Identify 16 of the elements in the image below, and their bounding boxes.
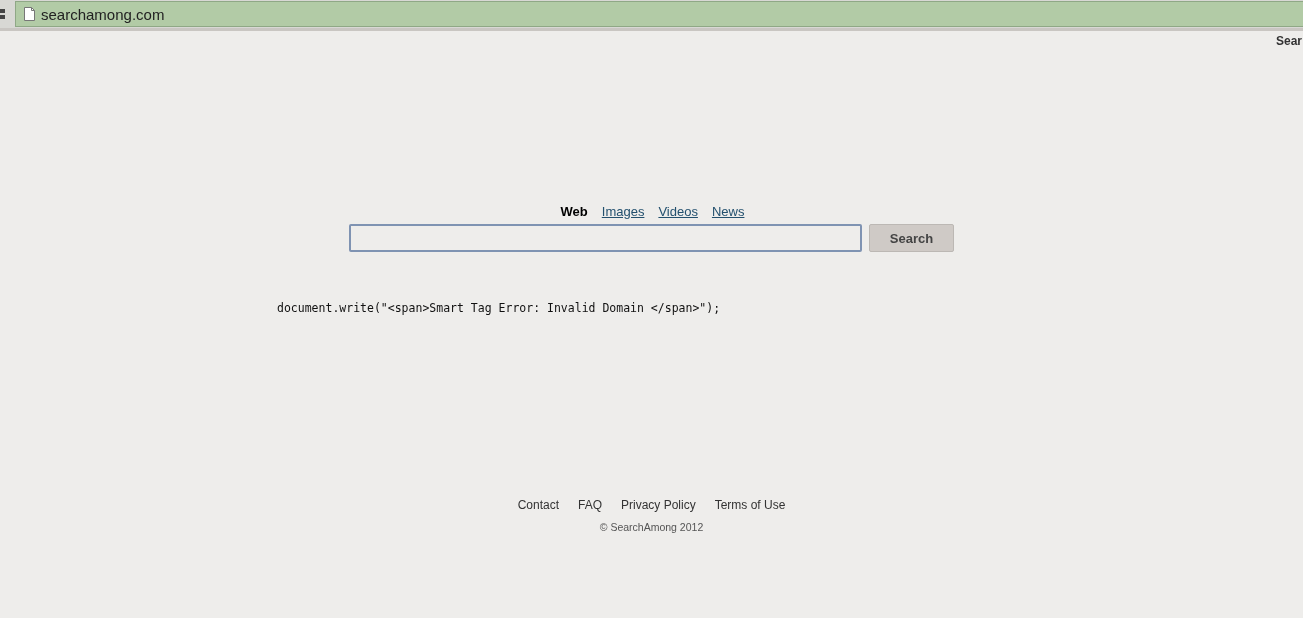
corner-link[interactable]: Sear [1275, 34, 1302, 52]
search-field[interactable] [349, 224, 862, 252]
url-text: searchamong.com [41, 5, 165, 23]
address-bar[interactable]: searchamong.com [15, 1, 1303, 27]
search-tab[interactable]: Web [560, 203, 588, 219]
search-tab[interactable]: Images [601, 203, 645, 219]
search-tab[interactable]: Videos [658, 203, 698, 219]
footer-link[interactable]: FAQ [578, 498, 602, 512]
search-button[interactable]: Search [869, 224, 954, 252]
page-icon [24, 7, 35, 21]
footer-link[interactable]: Terms of Use [714, 498, 786, 512]
error-code-text: document.write("<span>Smart Tag Error: Invalid Domain </span>"); [277, 301, 721, 315]
footer-link[interactable]: Privacy Policy [621, 498, 696, 512]
footer-link[interactable]: Contact [517, 498, 559, 512]
copyright-text: © SearchAmong 2012 [599, 521, 704, 533]
search-tab[interactable]: News [711, 203, 745, 219]
